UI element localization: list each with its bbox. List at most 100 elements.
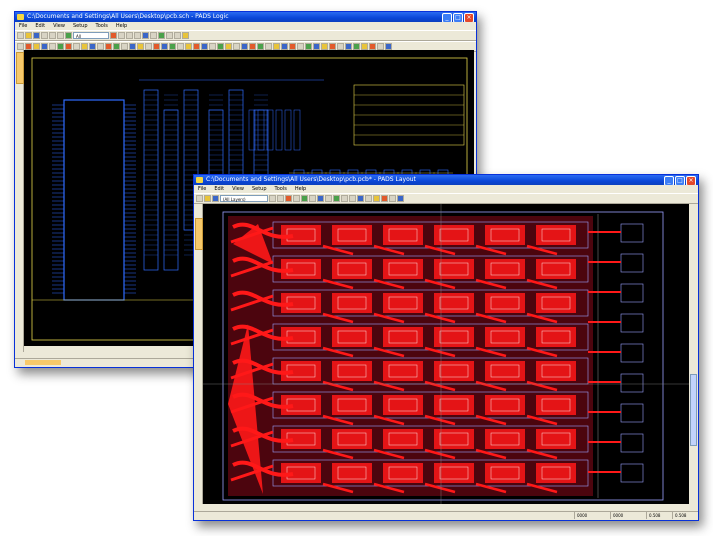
tool-icon[interactable]	[337, 43, 344, 50]
tool-icon[interactable]	[113, 43, 120, 50]
tool-icon[interactable]	[121, 43, 128, 50]
scrollbar-thumb[interactable]	[690, 374, 697, 446]
menu-tools[interactable]: Tools	[275, 185, 287, 193]
tool-icon[interactable]	[269, 195, 276, 202]
tool-icon[interactable]	[169, 43, 176, 50]
menu-tools[interactable]: Tools	[96, 22, 108, 30]
tool-icon[interactable]	[377, 43, 384, 50]
layout-titlebar[interactable]: C:\Documents and Settings\All Users\Desk…	[194, 175, 698, 185]
tool-icon[interactable]	[381, 195, 388, 202]
tool-icon[interactable]	[277, 195, 284, 202]
menu-edit[interactable]: Edit	[35, 22, 45, 30]
tool-icon[interactable]	[174, 32, 181, 39]
minimize-icon[interactable]: _	[442, 13, 452, 22]
tool-icon[interactable]	[185, 43, 192, 50]
menu-edit[interactable]: Edit	[214, 185, 224, 193]
tool-icon[interactable]	[345, 43, 352, 50]
save-icon[interactable]	[212, 195, 219, 202]
tool-icon[interactable]	[150, 32, 157, 39]
tool-icon[interactable]	[301, 195, 308, 202]
menu-view[interactable]: View	[53, 22, 65, 30]
open-icon[interactable]	[204, 195, 211, 202]
menu-setup[interactable]: Setup	[73, 22, 88, 30]
tool-icon[interactable]	[57, 43, 64, 50]
tool-icon[interactable]	[325, 195, 332, 202]
tool-icon[interactable]	[25, 43, 32, 50]
tool-icon[interactable]	[249, 43, 256, 50]
redo-icon[interactable]	[134, 32, 141, 39]
tool-icon[interactable]	[313, 43, 320, 50]
tool-icon[interactable]	[361, 43, 368, 50]
tool-icon[interactable]	[357, 195, 364, 202]
tool-icon[interactable]	[369, 43, 376, 50]
menu-help[interactable]: Help	[116, 22, 127, 30]
tool-icon[interactable]	[161, 43, 168, 50]
layout-layer-combo[interactable]: (All Layers)	[220, 195, 268, 202]
tool-icon[interactable]	[373, 195, 380, 202]
tool-icon[interactable]	[41, 43, 48, 50]
logic-project-panel[interactable]	[15, 50, 24, 352]
tool-icon[interactable]	[145, 43, 152, 50]
select-icon[interactable]	[110, 32, 117, 39]
tool-icon[interactable]	[137, 43, 144, 50]
close-icon[interactable]: ×	[464, 13, 474, 22]
menu-help[interactable]: Help	[295, 185, 306, 193]
tool-icon[interactable]	[333, 195, 340, 202]
tool-icon[interactable]	[349, 195, 356, 202]
layout-project-panel[interactable]	[194, 204, 203, 504]
vertical-scrollbar[interactable]	[689, 204, 697, 504]
tool-icon[interactable]	[97, 43, 104, 50]
open-icon[interactable]	[25, 32, 32, 39]
save-icon[interactable]	[33, 32, 40, 39]
tool-icon[interactable]	[257, 43, 264, 50]
cut-icon[interactable]	[49, 32, 56, 39]
menu-setup[interactable]: Setup	[252, 185, 267, 193]
tool-icon[interactable]	[105, 43, 112, 50]
tool-icon[interactable]	[153, 43, 160, 50]
tool-icon[interactable]	[289, 43, 296, 50]
tool-icon[interactable]	[65, 43, 72, 50]
tool-icon[interactable]	[177, 43, 184, 50]
tool-icon[interactable]	[89, 43, 96, 50]
close-icon[interactable]: ×	[686, 176, 696, 185]
project-tab[interactable]	[16, 52, 24, 84]
new-icon[interactable]	[196, 195, 203, 202]
refresh-icon[interactable]	[142, 32, 149, 39]
tool-icon[interactable]	[329, 43, 336, 50]
zoom-icon[interactable]	[118, 32, 125, 39]
tool-icon[interactable]	[233, 43, 240, 50]
tool-icon[interactable]	[273, 43, 280, 50]
tool-icon[interactable]	[129, 43, 136, 50]
project-tab-bottom[interactable]	[25, 360, 61, 365]
tool-icon[interactable]	[293, 195, 300, 202]
tool-icon[interactable]	[365, 195, 372, 202]
menu-file[interactable]: File	[198, 185, 206, 193]
tool-icon[interactable]	[297, 43, 304, 50]
tool-icon[interactable]	[193, 43, 200, 50]
tool-icon[interactable]	[225, 43, 232, 50]
menu-view[interactable]: View	[232, 185, 244, 193]
tool-icon[interactable]	[209, 43, 216, 50]
minimize-icon[interactable]: _	[664, 176, 674, 185]
tool-icon[interactable]	[201, 43, 208, 50]
copy-icon[interactable]	[57, 32, 64, 39]
menu-file[interactable]: File	[19, 22, 27, 30]
pcb-canvas[interactable]	[203, 204, 689, 504]
tool-icon[interactable]	[17, 43, 24, 50]
logic-layer-combo[interactable]: All	[73, 32, 109, 39]
layer-icon[interactable]	[65, 32, 72, 39]
maximize-icon[interactable]: □	[675, 176, 685, 185]
tool-icon[interactable]	[166, 32, 173, 39]
help-icon[interactable]	[397, 195, 404, 202]
tool-icon[interactable]	[73, 43, 80, 50]
select-icon[interactable]	[285, 195, 292, 202]
tool-icon[interactable]	[241, 43, 248, 50]
undo-icon[interactable]	[126, 32, 133, 39]
tool-icon[interactable]	[33, 43, 40, 50]
tool-icon[interactable]	[305, 43, 312, 50]
tool-icon[interactable]	[341, 195, 348, 202]
tool-icon[interactable]	[265, 43, 272, 50]
tool-icon[interactable]	[49, 43, 56, 50]
tool-icon[interactable]	[81, 43, 88, 50]
tool-icon[interactable]	[158, 32, 165, 39]
